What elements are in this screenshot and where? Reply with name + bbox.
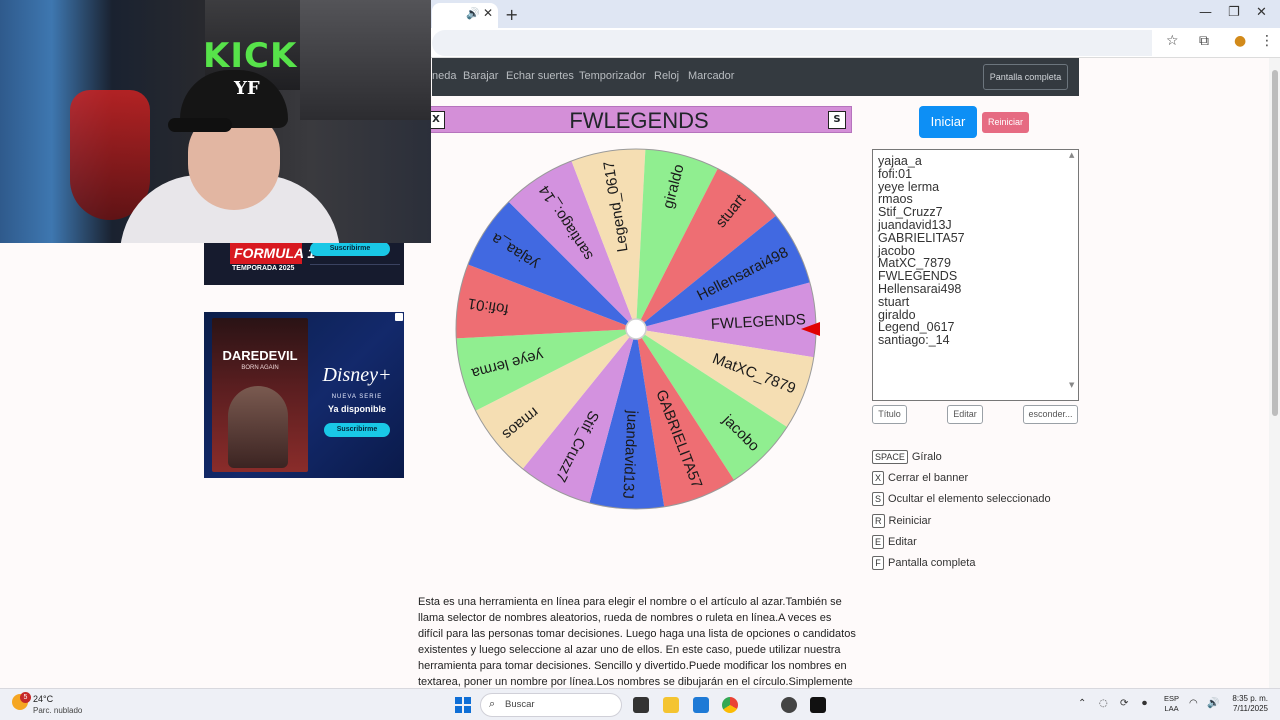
nav-link-rueda[interactable]: neda [432,70,456,82]
nav-link-temporizador[interactable]: Temporizador [579,70,646,82]
fullscreen-button[interactable]: Pantalla completa [983,64,1068,90]
shortcut-key: R [872,514,885,528]
ad-fine-print [310,264,400,272]
wheel-title: FWLEGENDS [569,108,709,133]
shortcut-label: Gíralo [911,451,942,463]
nav-link-reloj[interactable]: Reloj [654,70,679,82]
name-wheel[interactable]: FWLEGENDSMatXC_7879jacoboGABRIELITA57jua… [432,133,842,523]
browser-tab-active[interactable]: 🔊 ✕ [432,3,498,28]
hide-button[interactable]: esconder... [1023,405,1078,424]
shortcut-key: E [872,535,885,549]
windows-start-icon[interactable] [455,697,471,713]
webcam-overlay: KICK YF [0,0,431,243]
language-code: ESP [1164,694,1180,703]
f1-subscribe-button[interactable]: Suscribirme [310,242,390,256]
shortcut-label: Pantalla completa [888,557,976,569]
shortcut-key: X [872,471,885,485]
ad-tagline: NUEVA SERIE [331,394,383,400]
minimize-icon[interactable]: — [1199,5,1212,20]
shortcut-e: E Editar [872,535,917,550]
window-close-icon[interactable]: ✕ [1256,5,1267,20]
app-icon[interactable] [781,697,797,713]
edit-button[interactable]: Editar [947,405,983,424]
background-poster [300,0,431,120]
shortcut-label: Ocultar el elemento seleccionado [888,493,1051,505]
file-explorer-icon[interactable] [663,697,679,713]
reset-button[interactable]: Reiniciar [982,112,1029,133]
task-view-icon[interactable] [633,697,649,713]
scrollbar-thumb[interactable] [1272,70,1278,416]
extensions-icon[interactable]: ⧉ [1199,33,1209,49]
tiktok-icon[interactable] [810,697,826,713]
omnibox[interactable] [432,30,1152,56]
bookmark-star-icon[interactable]: ☆ [1166,33,1179,49]
profile-icon[interactable]: ● [1234,33,1246,49]
shortcut-f: F Pantalla completa [872,556,975,571]
names-textarea[interactable]: yajaa_a fofi:01 yeye lerma rmaos Stif_Cr… [872,149,1079,401]
weather-temperature[interactable]: 24°C [33,694,53,704]
volume-icon[interactable]: 🔊 [1207,698,1219,709]
shortcut-key: S [872,492,885,506]
poster-portrait [228,386,288,468]
f1-logo: FORMULA 1 [230,242,315,264]
wheel-center-hub [625,318,647,340]
daredevil-poster: DAREDEVIL BORN AGAIN [212,318,308,472]
search-placeholder: Buscar [505,699,535,710]
weather-badge: 5 [20,692,31,703]
poster-title: DAREDEVIL [222,348,298,363]
shortcut-space: SPACE Gíralo [872,450,942,465]
chrome-icon[interactable] [722,697,738,713]
wheel-title-banner: FWLEGENDS X S [424,106,852,133]
cap-logo: YF [234,78,260,99]
disney-plus-logo: Disney+ [322,364,392,386]
f1-season: TEMPORADA 2025 [232,265,295,272]
tray-mic-icon[interactable]: ⏺ [1142,698,1147,709]
site-navbar: neda Barajar Echar suertes Temporizador … [432,58,1079,96]
tray-sync-icon[interactable]: ⟳ [1120,698,1128,709]
nav-link-barajar[interactable]: Barajar [463,70,498,82]
textarea-scroll-down-icon[interactable]: ▼ [1069,381,1074,389]
title-button[interactable]: Título [872,405,907,424]
wifi-icon[interactable]: ◠ [1189,698,1198,709]
tray-chevron-icon[interactable]: ⌃ [1078,698,1086,709]
speaker-icon[interactable]: 🔊 [466,7,480,20]
restore-icon[interactable]: ❐ [1228,5,1240,20]
shortcut-label: Editar [888,536,917,548]
keyboard-layout: LAA [1164,704,1179,713]
shortcut-label: Reiniciar [888,515,932,527]
cap-brim [168,118,232,132]
search-icon: ⌕ [489,697,496,710]
weather-condition[interactable]: Parc. nublado [33,706,82,715]
system-clock[interactable]: 8:35 p. m. 7/11/2025 [1226,694,1268,714]
hide-selected-button[interactable]: S [828,111,846,129]
kick-sign: KICK [203,36,298,76]
shortcut-x: X Cerrar el banner [872,471,968,486]
textarea-scroll-up-icon[interactable]: ▲ [1069,151,1074,159]
ad-headline: Ya disponible [327,404,386,414]
windows-taskbar: 5 24°C Parc. nublado ⌕ Buscar ⌃ ◌ ⟳ ⏺ ES… [0,688,1280,720]
store-icon[interactable] [693,697,709,713]
clock-time: 8:35 p. m. [1232,694,1268,703]
language-indicator[interactable]: ESP LAA [1164,694,1179,714]
start-spin-button[interactable]: Iniciar [919,106,977,138]
poster-subtitle: BORN AGAIN [241,365,279,371]
menu-kebab-icon[interactable]: ⋮ [1260,33,1274,49]
ad-disney-plus[interactable]: DAREDEVIL BORN AGAIN Disney+ NUEVA SERIE… [204,312,404,478]
ad-info-icon[interactable] [395,313,403,321]
shortcut-s: S Ocultar el elemento seleccionado [872,492,1051,507]
shortcut-label: Cerrar el banner [888,472,969,484]
shortcut-r: R Reiniciar [872,514,931,529]
clock-date: 7/11/2025 [1233,704,1268,713]
nav-link-marcador[interactable]: Marcador [688,70,734,82]
taskbar-search[interactable]: ⌕ Buscar [480,693,622,717]
disney-subscribe-button[interactable]: Suscribirme [324,423,390,437]
shortcut-key: SPACE [872,450,908,464]
shortcut-key: F [872,556,884,570]
tab-close-icon[interactable]: ✕ [483,6,493,20]
tray-security-icon[interactable]: ◌ [1099,698,1108,709]
new-tab-icon[interactable]: + [505,5,518,24]
motorcycle [70,90,150,220]
nav-link-echar-suertes[interactable]: Echar suertes [506,70,574,82]
ad-formula1[interactable]: FORMULA 1 TEMPORADA 2025 Suscribirme [204,242,404,285]
